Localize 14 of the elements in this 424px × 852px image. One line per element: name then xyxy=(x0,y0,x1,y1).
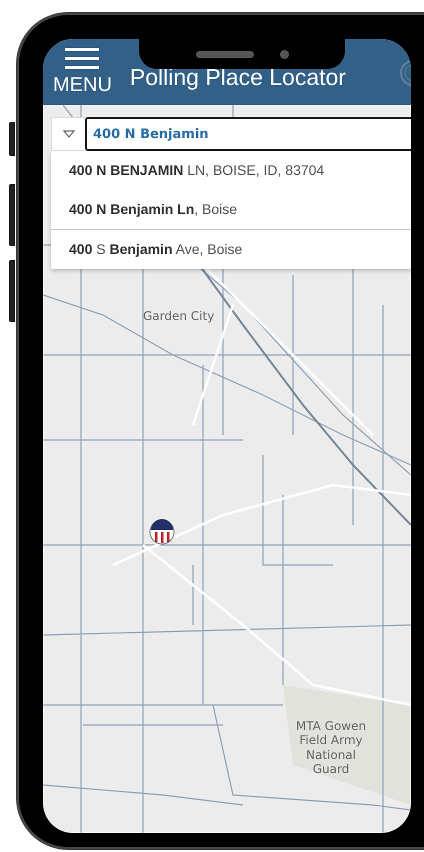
suggestion-item[interactable]: 400 N Benjamin Ln, Boise xyxy=(51,190,411,229)
menu-button[interactable]: MENU xyxy=(53,47,112,97)
map-label: Garden City xyxy=(143,309,214,324)
map-label: MTA Gowen Field Army National Guard xyxy=(295,719,367,777)
suggestion-item[interactable]: 400 N BENJAMIN LN, BOISE, ID, 83704 xyxy=(51,151,411,190)
polling-place-marker-icon[interactable] xyxy=(149,519,175,545)
app-title: Polling Place Locator xyxy=(130,64,347,92)
map[interactable]: Garden City MTA Gowen Field Army National Guard 400 N Benjamin 400 N BENJAMIN LN, BOISE, ID, 83704 400 N Benjamin Ln, Boise 400 S Benjamin Ave, Boise xyxy=(43,105,411,833)
search-field[interactable]: 400 N Benjamin xyxy=(85,117,411,151)
caret-icon xyxy=(62,130,74,138)
dropdown-toggle[interactable] xyxy=(51,117,85,151)
suggestion-item[interactable]: 400 S Benjamin Ave, Boise xyxy=(51,229,411,269)
menu-icon xyxy=(65,47,100,71)
seal-icon xyxy=(399,59,411,87)
